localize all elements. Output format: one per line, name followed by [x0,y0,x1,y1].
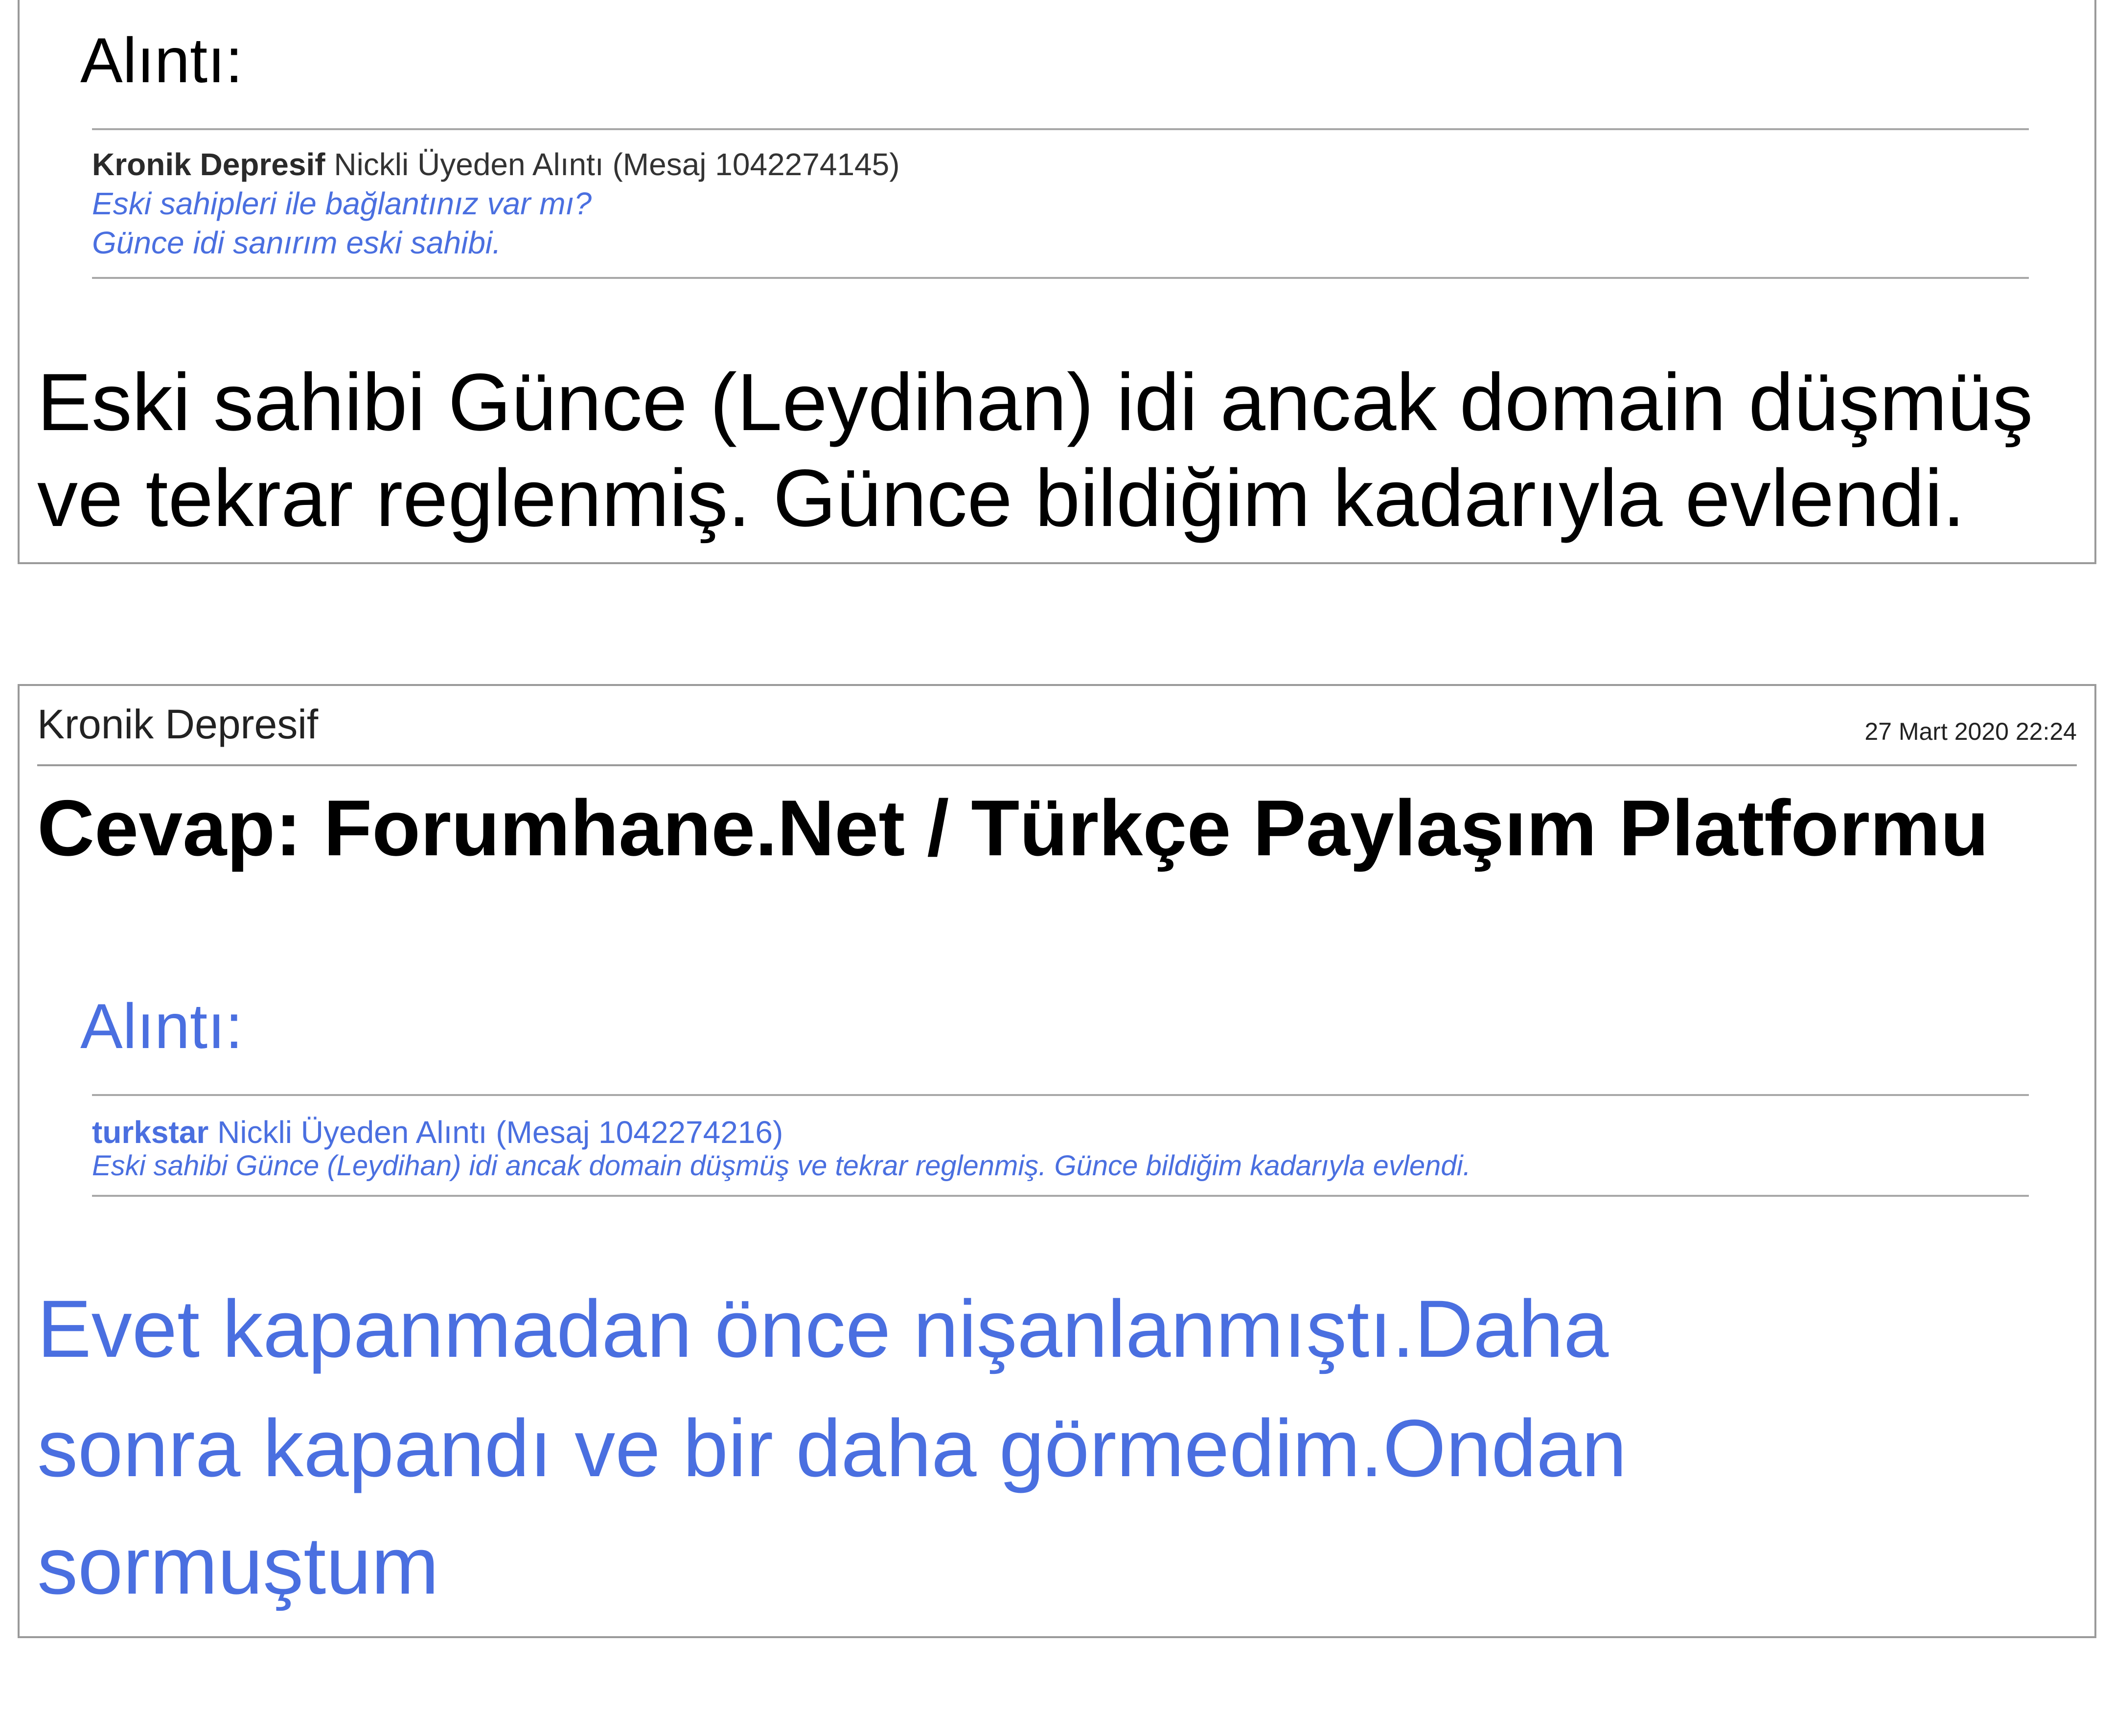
quote-divider-top [92,1094,2029,1096]
forum-post-1: Alıntı: Kronik Depresif Nickli Üyeden Al… [18,0,2096,564]
post-title: Cevap: Forumhane.Net / Türkçe Paylaşım P… [37,784,1989,872]
quote-text-line-1: Eski sahibi Günce (Leydihan) idi ancak d… [92,1150,1471,1182]
post-body-line-2: sonra kapandı ve bir daha görmedim.Ondan [37,1403,1627,1494]
quote-source-text: Nickli Üyeden Alıntı (Mesaj 1042274216) [208,1115,783,1150]
quote-source-text: Nickli Üyeden Alıntı (Mesaj 1042274145) [325,147,900,182]
post-author[interactable]: Kronik Depresif [37,704,318,745]
post-body-line-1: Evet kapanmadan önce nişanlanmıştı.Daha [37,1284,1609,1374]
quote-text-line-2: Günce idi sanırım eski sahibi. [92,225,501,260]
quote-text-line-1: Eski sahipleri ile bağlantınız var mı? [92,186,592,221]
forum-post-2: Kronik Depresif 27 Mart 2020 22:24 Cevap… [18,684,2096,1638]
quote-source: Kronik Depresif Nickli Üyeden Alıntı (Me… [92,149,900,180]
post-body-line-3: sormuştum [37,1521,439,1611]
post-header-divider [37,764,2077,766]
post-body-line-2: ve tekrar reglenmiş. Günce bildiğim kada… [37,453,1965,544]
quote-divider-bottom [92,1195,2029,1197]
post-body-line-1: Eski sahibi Günce (Leydihan) idi ancak d… [37,357,2033,448]
quote-divider-bottom [92,277,2029,279]
quote-label: Alıntı: [80,24,243,96]
quote-author-link[interactable]: Kronik Depresif [92,147,325,182]
quote-label: Alıntı: [80,990,243,1062]
quote-author-link[interactable]: turkstar [92,1115,208,1150]
quote-divider-top [92,128,2029,130]
post-date: 27 Mart 2020 22:24 [1864,718,2077,745]
quote-source: turkstar Nickli Üyeden Alıntı (Mesaj 104… [92,1117,783,1148]
